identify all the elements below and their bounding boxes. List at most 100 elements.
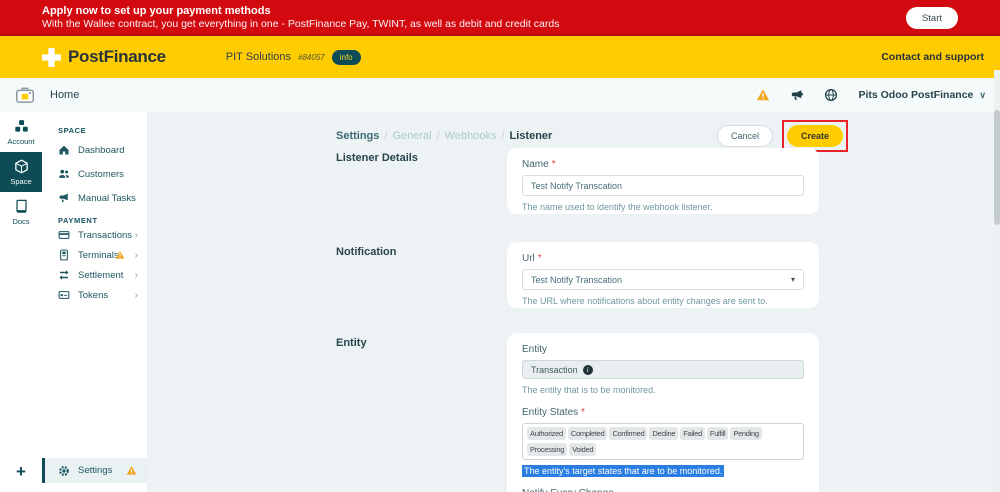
state-chip[interactable]: Pending [730,427,762,440]
section-title-listener-details: Listener Details [336,152,418,164]
state-chip[interactable]: Processing [527,443,568,456]
manual-tasks-megaphone-icon [59,193,68,203]
state-chip[interactable]: Failed [680,427,705,440]
app-header: PostFinance PIT Solutions #84057 info Co… [0,36,1000,78]
sidebar-item-settlement[interactable]: Settlement › [42,265,147,285]
card-notification: Url * Test Notify Transcation ▾ The URL w… [507,242,819,308]
state-chip[interactable]: Completed [567,427,608,440]
announcements-icon[interactable] [790,88,804,102]
sidebar-item-label: Settlement [78,269,124,281]
entity-states-helper: The entity's target states that are to b… [522,465,804,477]
sidebar-item-settings[interactable]: Settings [42,458,147,483]
sidebar-item-terminals[interactable]: Terminals › [42,245,147,265]
left-rail: Account Space Docs + [0,112,42,492]
state-chip[interactable]: Fulfill [706,427,729,440]
state-chip[interactable]: Authorized [527,427,566,440]
sidebar-item-label: Tokens [78,289,109,301]
user-menu[interactable]: Pits Odoo PostFinance ∨ [858,89,986,101]
card-listener-details: Name* The name used to identify the webh… [507,148,819,214]
breadcrumb-webhooks[interactable]: Webhooks [445,130,497,142]
chevron-right-icon: › [134,269,138,281]
create-button[interactable]: Create [787,125,844,147]
globe-icon[interactable] [824,88,838,102]
rail-label-docs: Docs [12,217,30,226]
sidebar-item-manual-tasks[interactable]: Manual Tasks [42,188,147,208]
sidebar-item-label: Settings [78,465,113,476]
url-select[interactable]: Test Notify Transcation ▾ [522,269,804,290]
start-button[interactable]: Start [905,7,958,29]
name-label: Name * [522,159,804,170]
url-label: Url * [522,253,804,264]
space-id: #84057 [298,52,325,62]
sidebar-item-tokens[interactable]: Tokens › [42,285,147,305]
space-info: PIT Solutions #84057 info [226,49,361,65]
sidebar: SPACE Dashboard Customers Manual Tasks P… [42,112,147,492]
banner-title: Apply now to set up your payment methods [42,4,271,17]
home-app-icon[interactable] [14,84,36,106]
tokens-card-icon [58,291,70,299]
url-select-value: Test Notify Transcation [531,274,623,285]
add-button[interactable]: + [0,462,42,482]
docs-book-icon [14,199,29,214]
section-title-entity: Entity [336,337,367,349]
sidebar-item-label: Dashboard [78,144,125,156]
contact-support-link[interactable]: Contact and support [881,51,984,63]
gear-icon [59,465,69,476]
entity-value: Transaction [531,364,578,375]
name-label-text: Name [522,159,549,170]
space-cube-icon [14,159,29,174]
info-badge[interactable]: info [331,49,361,65]
state-chip[interactable]: Confirmed [609,427,648,440]
sidebar-item-dashboard[interactable]: Dashboard [42,140,147,160]
sidebar-item-label: Manual Tasks [78,192,136,204]
required-mark: * [581,407,586,418]
state-chip[interactable]: Voided [569,443,597,456]
account-cubes-icon [14,119,29,134]
rail-item-space[interactable]: Space [0,152,42,192]
postfinance-logo[interactable]: PostFinance [42,47,166,67]
sidebar-item-customers[interactable]: Customers [42,164,147,184]
caret-down-icon: ▾ [790,275,795,284]
settlement-swap-icon [59,270,69,280]
topbar: Home Pits Odoo PostFinance ∨ [0,78,1000,112]
state-chip[interactable]: Decline [649,427,679,440]
sidebar-item-transactions[interactable]: Transactions › [42,225,147,245]
entity-states-label: Entity States * [522,407,804,418]
user-menu-label: Pits Odoo PostFinance [858,89,974,101]
page-scrollbar[interactable] [994,70,1000,492]
brand-name: PostFinance [68,47,166,66]
transactions-card-icon [58,231,70,239]
home-breadcrumb[interactable]: Home [50,89,79,101]
entity-states-field[interactable]: Authorized Completed Confirmed Decline F… [522,423,804,460]
banner-subtitle: With the Wallee contract, you get everyt… [42,17,560,30]
breadcrumb-separator: / [501,130,505,142]
name-helper: The name used to identify the webhook li… [522,202,713,212]
rail-item-account[interactable]: Account [0,112,42,152]
rail-label-account: Account [7,137,35,146]
notify-every-change-label: Notify Every Change [522,488,804,492]
warning-icon[interactable] [756,88,770,102]
breadcrumb-settings[interactable]: Settings [336,130,379,142]
entity-helper: The entity that is to be monitored. [522,385,656,395]
sidebar-heading-space: SPACE [58,126,87,135]
url-label-text: Url [522,253,535,264]
rail-item-docs[interactable]: Docs [0,192,42,232]
card-entity: Entity Transaction i The entity that is … [507,333,819,492]
main-content: Settings / General / Webhooks / Listener… [147,112,1000,492]
dashboard-home-icon [59,145,69,155]
chevron-right-icon: › [134,229,138,241]
promo-banner: Apply now to set up your payment methods… [0,0,1000,36]
cancel-button[interactable]: Cancel [717,125,774,147]
breadcrumb-general[interactable]: General [392,130,431,142]
info-icon[interactable]: i [582,364,593,375]
scrollbar-thumb[interactable] [994,110,1000,225]
chevron-down-icon: ∨ [979,89,986,100]
required-mark: * [537,253,542,264]
sidebar-heading-payment: PAYMENT [58,216,98,225]
terminals-warning-icon [115,250,125,260]
chevron-right-icon: › [134,249,138,261]
section-title-notification: Notification [336,246,397,258]
breadcrumb-separator: / [436,130,440,142]
name-input[interactable] [522,175,804,196]
sidebar-item-label: Terminals [78,249,119,261]
